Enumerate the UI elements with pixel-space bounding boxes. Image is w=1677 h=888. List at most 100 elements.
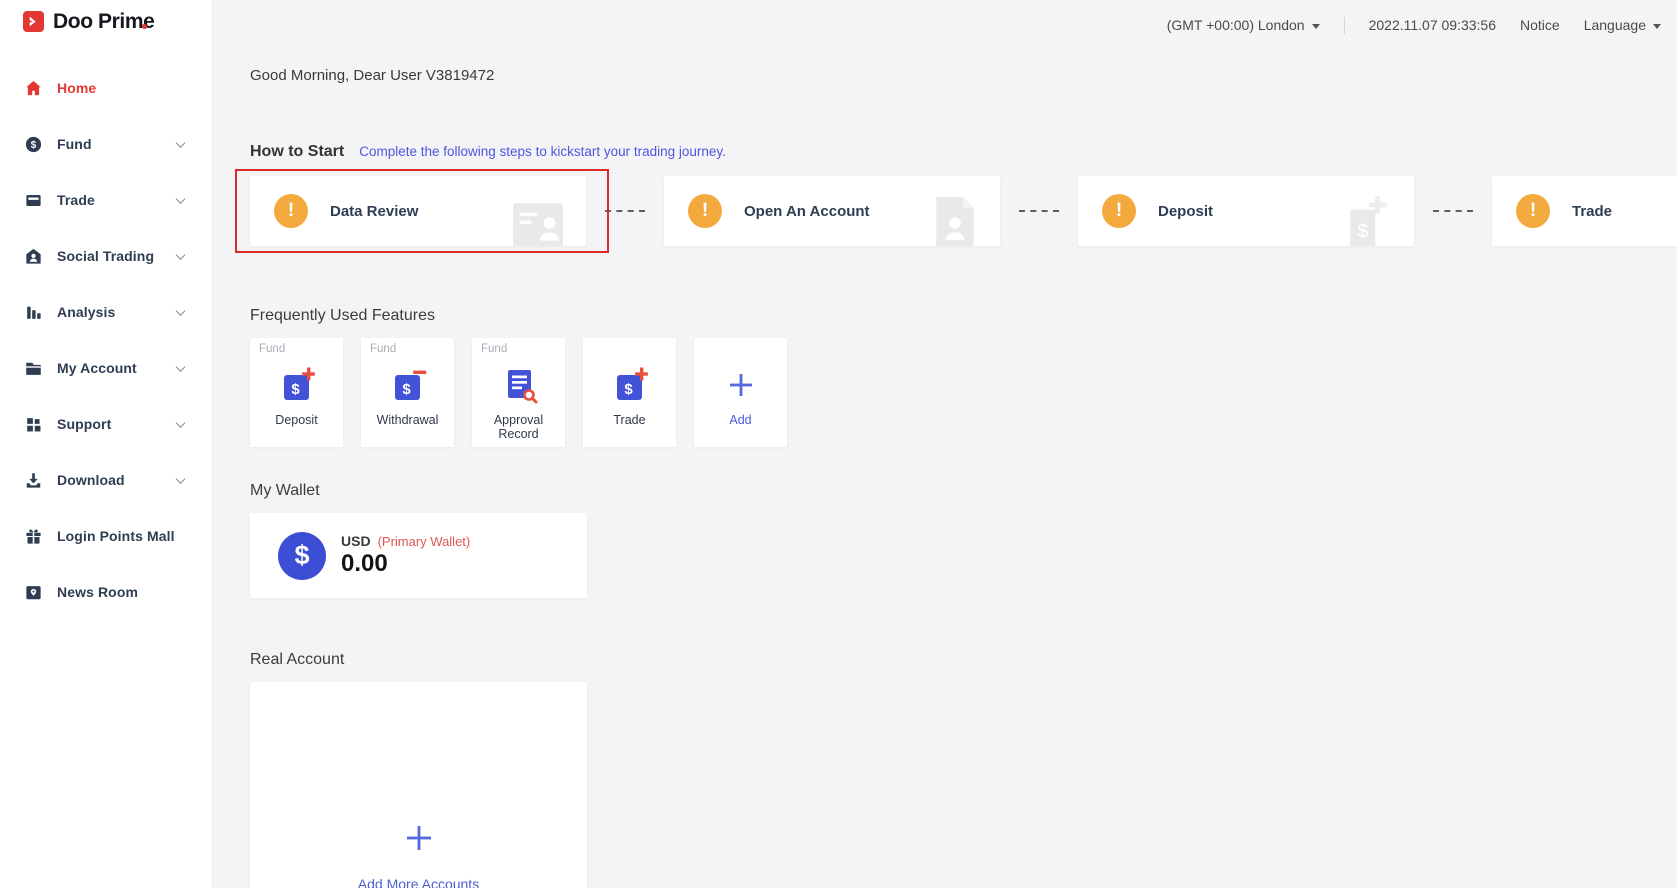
chevron-down-icon [176,474,186,484]
sidebar: Doo Prime Home $ Fund Trade [0,0,213,888]
warning-status-icon: ! [1516,194,1550,228]
step-card-trade[interactable]: ! Trade [1492,176,1677,246]
features-title: Frequently Used Features [250,307,435,325]
features-row: Fund $ Deposit Fund $ Withdrawal Fund Ap… [250,338,787,447]
chevron-down-icon [176,418,186,428]
caret-down-icon [1653,24,1661,29]
header-divider [1344,17,1345,34]
sidebar-item-label: Fund [57,136,92,152]
add-account-card[interactable]: Add More Accounts [250,682,587,888]
grid-icon [24,415,43,434]
timezone-value: (GMT +00:00) London [1167,17,1305,33]
sidebar-nav: Home $ Fund Trade Social Tradi [0,0,212,620]
step-card-data-review[interactable]: ! Data Review [250,176,586,246]
how-to-start-title: How to Start [250,143,344,161]
app-window: Doo Prime Home $ Fund Trade [0,0,1677,888]
sidebar-item-my-account[interactable]: My Account [0,340,212,396]
svg-text:$: $ [624,381,633,398]
feature-tag [583,343,676,358]
feature-card-approval-record[interactable]: Fund Approval Record [472,338,565,447]
feature-card-deposit[interactable]: Fund $ Deposit [250,338,343,447]
sidebar-item-news-room[interactable]: News Room [0,564,212,620]
home-icon [24,79,43,98]
top-header: (GMT +00:00) London 2022.11.07 09:33:56 … [1167,0,1661,50]
step-card-deposit[interactable]: ! Deposit $ [1078,176,1414,246]
trade-icon: $ [583,364,676,406]
feature-label: Approval Record [472,413,565,441]
step-label: Data Review [330,203,418,220]
sidebar-item-label: Home [57,80,96,96]
sidebar-item-label: Social Trading [57,248,154,264]
sidebar-item-social-trading[interactable]: Social Trading [0,228,212,284]
primary-wallet-badge: (Primary Wallet) [378,534,471,549]
wallet-balance: 0.00 [341,550,470,578]
usd-wallet-icon: $ [278,532,326,580]
step-connector [586,210,664,212]
sidebar-item-label: Support [57,416,111,432]
brand-dot [142,24,147,29]
wallet-icon [24,191,43,210]
sidebar-item-label: Download [57,472,125,488]
step-connector [1000,210,1078,212]
sidebar-item-download[interactable]: Download [0,452,212,508]
greeting-text: Good Morning, Dear User V3819472 [250,67,494,84]
step-label: Trade [1572,203,1612,220]
add-plus-icon [694,364,787,406]
timezone-selector[interactable]: (GMT +00:00) London [1167,17,1320,33]
document-user-icon [932,196,978,246]
deposit-icon: $ [250,364,343,406]
datetime-display: 2022.11.07 09:33:56 [1369,17,1496,33]
sidebar-item-label: Trade [57,192,95,208]
sidebar-item-login-points-mall[interactable]: Login Points Mall [0,508,212,564]
feature-label: Deposit [250,413,343,427]
feature-card-add[interactable]: Add [694,338,787,447]
warning-status-icon: ! [1102,194,1136,228]
svg-text:$: $ [1357,221,1368,243]
feature-card-trade[interactable]: $ Trade [583,338,676,447]
sidebar-item-label: My Account [57,360,137,376]
sidebar-item-fund[interactable]: $ Fund [0,116,212,172]
add-more-accounts-link[interactable]: Add More Accounts [358,876,479,888]
sidebar-item-home[interactable]: Home [0,60,212,116]
sidebar-item-label: Analysis [57,304,115,320]
svg-text:$: $ [31,140,37,151]
caret-down-icon [1312,24,1320,29]
gift-icon [24,527,43,546]
doo-prime-logo-icon [23,11,44,32]
bar-chart-icon [24,303,43,322]
step-connector [1414,210,1492,212]
wallet-title: My Wallet [250,482,320,500]
feature-card-withdrawal[interactable]: Fund $ Withdrawal [361,338,454,447]
sidebar-item-label: Login Points Mall [57,528,175,544]
house-user-icon [24,247,43,266]
sidebar-item-trade[interactable]: Trade [0,172,212,228]
chevron-down-icon [176,250,186,260]
notice-link[interactable]: Notice [1520,17,1560,33]
warning-status-icon: ! [688,194,722,228]
step-label: Open An Account [744,203,870,220]
step-card-open-account[interactable]: ! Open An Account [664,176,1000,246]
how-to-start-subtitle: Complete the following steps to kickstar… [359,144,726,159]
real-account-title: Real Account [250,651,344,669]
feature-tag [694,343,787,358]
sidebar-item-support[interactable]: Support [0,396,212,452]
id-card-icon [512,200,564,246]
news-icon [24,583,43,602]
onboarding-steps: ! Data Review ! Open An Account ! Deposi… [250,176,1677,246]
approval-record-icon [472,364,565,406]
add-plus-icon [405,824,433,857]
feature-label: Trade [583,413,676,427]
language-selector[interactable]: Language [1584,17,1661,33]
feature-tag: Fund [361,343,454,358]
feature-label: Add [694,413,787,427]
svg-text:$: $ [291,381,300,398]
warning-status-icon: ! [274,194,308,228]
brand-logo[interactable]: Doo Prime [23,11,154,32]
sidebar-item-analysis[interactable]: Analysis [0,284,212,340]
chevron-down-icon [176,306,186,316]
wallet-currency: USD [341,533,371,549]
chevron-down-icon [176,138,186,148]
dollar-bill-plus-icon: $ [1344,194,1392,246]
feature-tag: Fund [250,343,343,358]
download-icon [24,471,43,490]
